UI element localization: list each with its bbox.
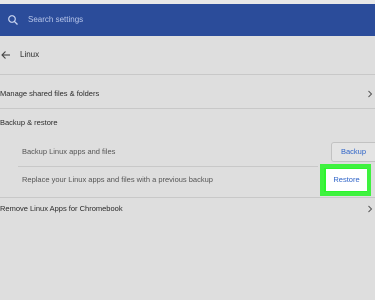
back-arrow-icon[interactable]: [0, 49, 12, 61]
restore-button[interactable]: Restore: [326, 169, 367, 191]
restore-description: Replace your Linux apps and files with a…: [22, 175, 213, 184]
chevron-right-icon[interactable]: [366, 204, 374, 214]
backup-description: Backup Linux apps and files: [22, 147, 116, 156]
divider: [0, 108, 375, 109]
divider: [0, 197, 375, 198]
page-title: Linux: [20, 50, 40, 59]
divider: [18, 166, 318, 167]
backup-button[interactable]: Backup: [331, 142, 375, 162]
settings-header: Search settings: [0, 4, 375, 36]
search-input[interactable]: Search settings: [28, 13, 83, 27]
manage-shared-files-item[interactable]: Manage shared files & folders: [0, 88, 99, 100]
search-icon[interactable]: [7, 14, 19, 26]
remove-linux-item[interactable]: Remove Linux Apps for Chromebook: [0, 203, 123, 215]
chevron-right-icon[interactable]: [366, 89, 374, 99]
backup-restore-heading: Backup & restore: [0, 118, 58, 127]
divider: [0, 74, 375, 75]
